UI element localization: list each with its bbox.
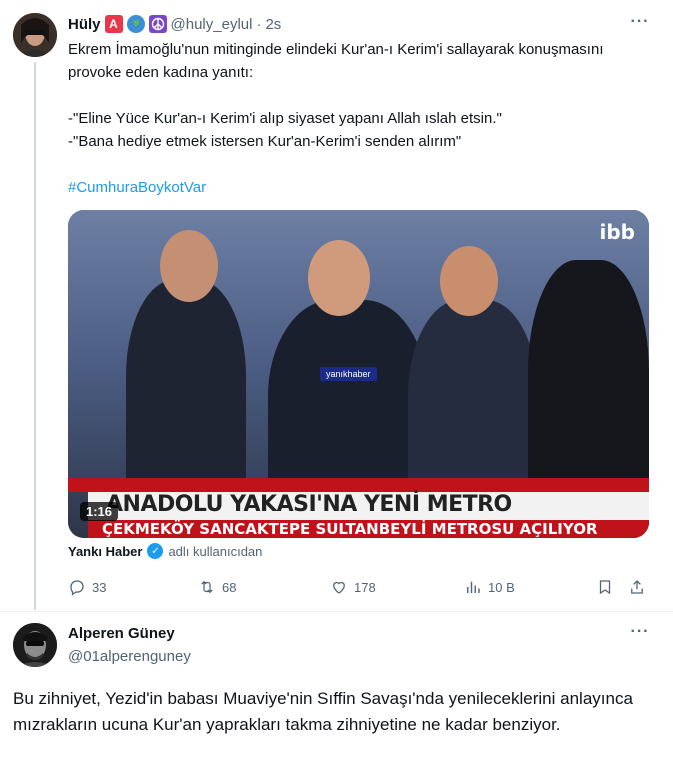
reply-text: Bu zihniyet, Yezid'in babası Muaviye'nin… — [13, 689, 633, 734]
headline-text: ANADOLU YAKASI'NA YENİ METRO — [106, 492, 512, 517]
video-figure — [440, 246, 498, 316]
tweet-header: Hüly A @huly_eylul · 2s — [68, 14, 281, 34]
tweet-line: -"Eline Yüce Kur'an-ı Kerim'i alıp siyas… — [68, 110, 502, 127]
hashtag-link[interactable]: #CumhuraBoykotVar — [68, 176, 648, 199]
emoji-a-icon: A — [104, 15, 123, 33]
tweet-text: Ekrem İmamoğlu'nun mitinginde elindeki K… — [68, 38, 648, 199]
heart-icon — [333, 581, 345, 594]
more-options-icon[interactable]: ··· — [629, 624, 651, 646]
avatar[interactable] — [13, 623, 57, 667]
video-duration: 1:16 — [80, 502, 119, 521]
video-source: Yankı Haber ✓ adlı kullanıcıdan — [68, 543, 262, 559]
lower-third-headline: ANADOLU YAKASI'NA YENİ METRO — [88, 492, 649, 520]
globe-emoji-icon — [126, 15, 145, 33]
avatar[interactable] — [13, 13, 57, 57]
reply-author-handle[interactable]: @01alperenguney — [68, 648, 191, 665]
verified-badge-icon: ✓ — [147, 543, 164, 559]
tweet-actions: 33 68 178 10 B — [68, 577, 653, 597]
share-button[interactable] — [628, 577, 646, 597]
source-by-label: adlı kullanıcıdan — [168, 543, 263, 559]
video-watermark: yanıkhaber — [320, 367, 377, 381]
retweet-icon — [201, 580, 213, 594]
share-icon — [631, 580, 643, 594]
source-name[interactable]: Yankı Haber — [68, 544, 142, 559]
retweet-button[interactable]: 68 — [198, 577, 236, 597]
retweet-count: 68 — [222, 579, 237, 595]
tweet-line: -"Bana hediye etmek istersen Kur'an-Keri… — [68, 133, 462, 150]
more-options-icon[interactable]: ··· — [629, 14, 651, 36]
peace-emoji-icon — [148, 15, 167, 33]
views-icon — [467, 581, 480, 593]
separator-dot: · — [256, 15, 262, 33]
author-handle[interactable]: @huly_eylul — [171, 16, 253, 33]
bookmark-button[interactable] — [596, 577, 614, 597]
tweet[interactable]: Hüly A @huly_eylul · 2s ··· Ekrem İmamoğ… — [0, 0, 673, 612]
reply-icon — [70, 580, 84, 596]
like-button[interactable]: 178 — [330, 577, 376, 597]
tweet-line: Ekrem İmamoğlu'nun mitinginde elindeki K… — [68, 41, 604, 81]
subline-text: ÇEKMEKÖY SANCAKTEPE SULTANBEYLİ METROSU … — [102, 520, 598, 538]
lower-third-subline: ÇEKMEKÖY SANCAKTEPE SULTANBEYLİ METROSU … — [88, 520, 649, 538]
tweet-time[interactable]: 2s — [265, 16, 281, 33]
like-count: 178 — [354, 579, 376, 595]
reply-button[interactable]: 33 — [68, 577, 106, 597]
views-count: 10 B — [488, 579, 515, 595]
thread-line — [34, 62, 36, 610]
reply-author-name[interactable]: Alperen Güney — [68, 625, 175, 642]
lower-third-bar — [68, 478, 649, 492]
video-figure — [160, 230, 218, 302]
tweet-divider — [0, 611, 673, 612]
video-player[interactable]: ibb yanıkhaber ANADOLU YAKASI'NA YENİ ME… — [68, 210, 649, 538]
author-name[interactable]: Hüly — [68, 16, 101, 33]
channel-logo: ibb — [599, 220, 636, 244]
video-figure — [308, 240, 370, 316]
views-button[interactable]: 10 B — [464, 577, 515, 597]
bookmark-icon — [599, 580, 611, 595]
reply-count: 33 — [92, 579, 107, 595]
